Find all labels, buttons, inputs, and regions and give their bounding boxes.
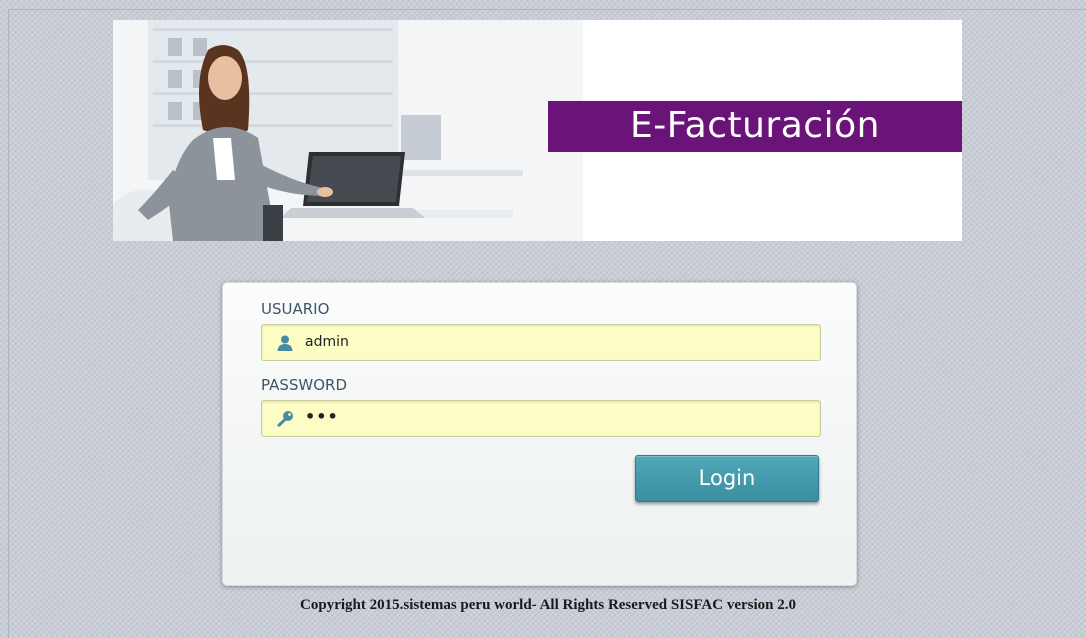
login-button[interactable]: Login (635, 455, 819, 502)
login-panel: USUARIO admin PASSWORD ••• Login (222, 282, 857, 586)
app-title: E-Facturación (630, 105, 880, 146)
password-value: ••• (305, 407, 339, 426)
password-field[interactable]: ••• (261, 400, 821, 437)
username-field[interactable]: admin (261, 324, 821, 361)
header-banner: E-Facturación (113, 20, 962, 241)
username-value: admin (305, 334, 349, 350)
copyright-text: Copyright 2015.sistemas peru world- All … (300, 597, 796, 613)
password-label: PASSWORD (261, 376, 348, 394)
brand-box: E-Facturación (548, 101, 962, 152)
banner-office-photo (113, 20, 583, 241)
key-icon (277, 411, 293, 427)
username-label: USUARIO (261, 300, 330, 318)
user-icon (277, 335, 293, 351)
